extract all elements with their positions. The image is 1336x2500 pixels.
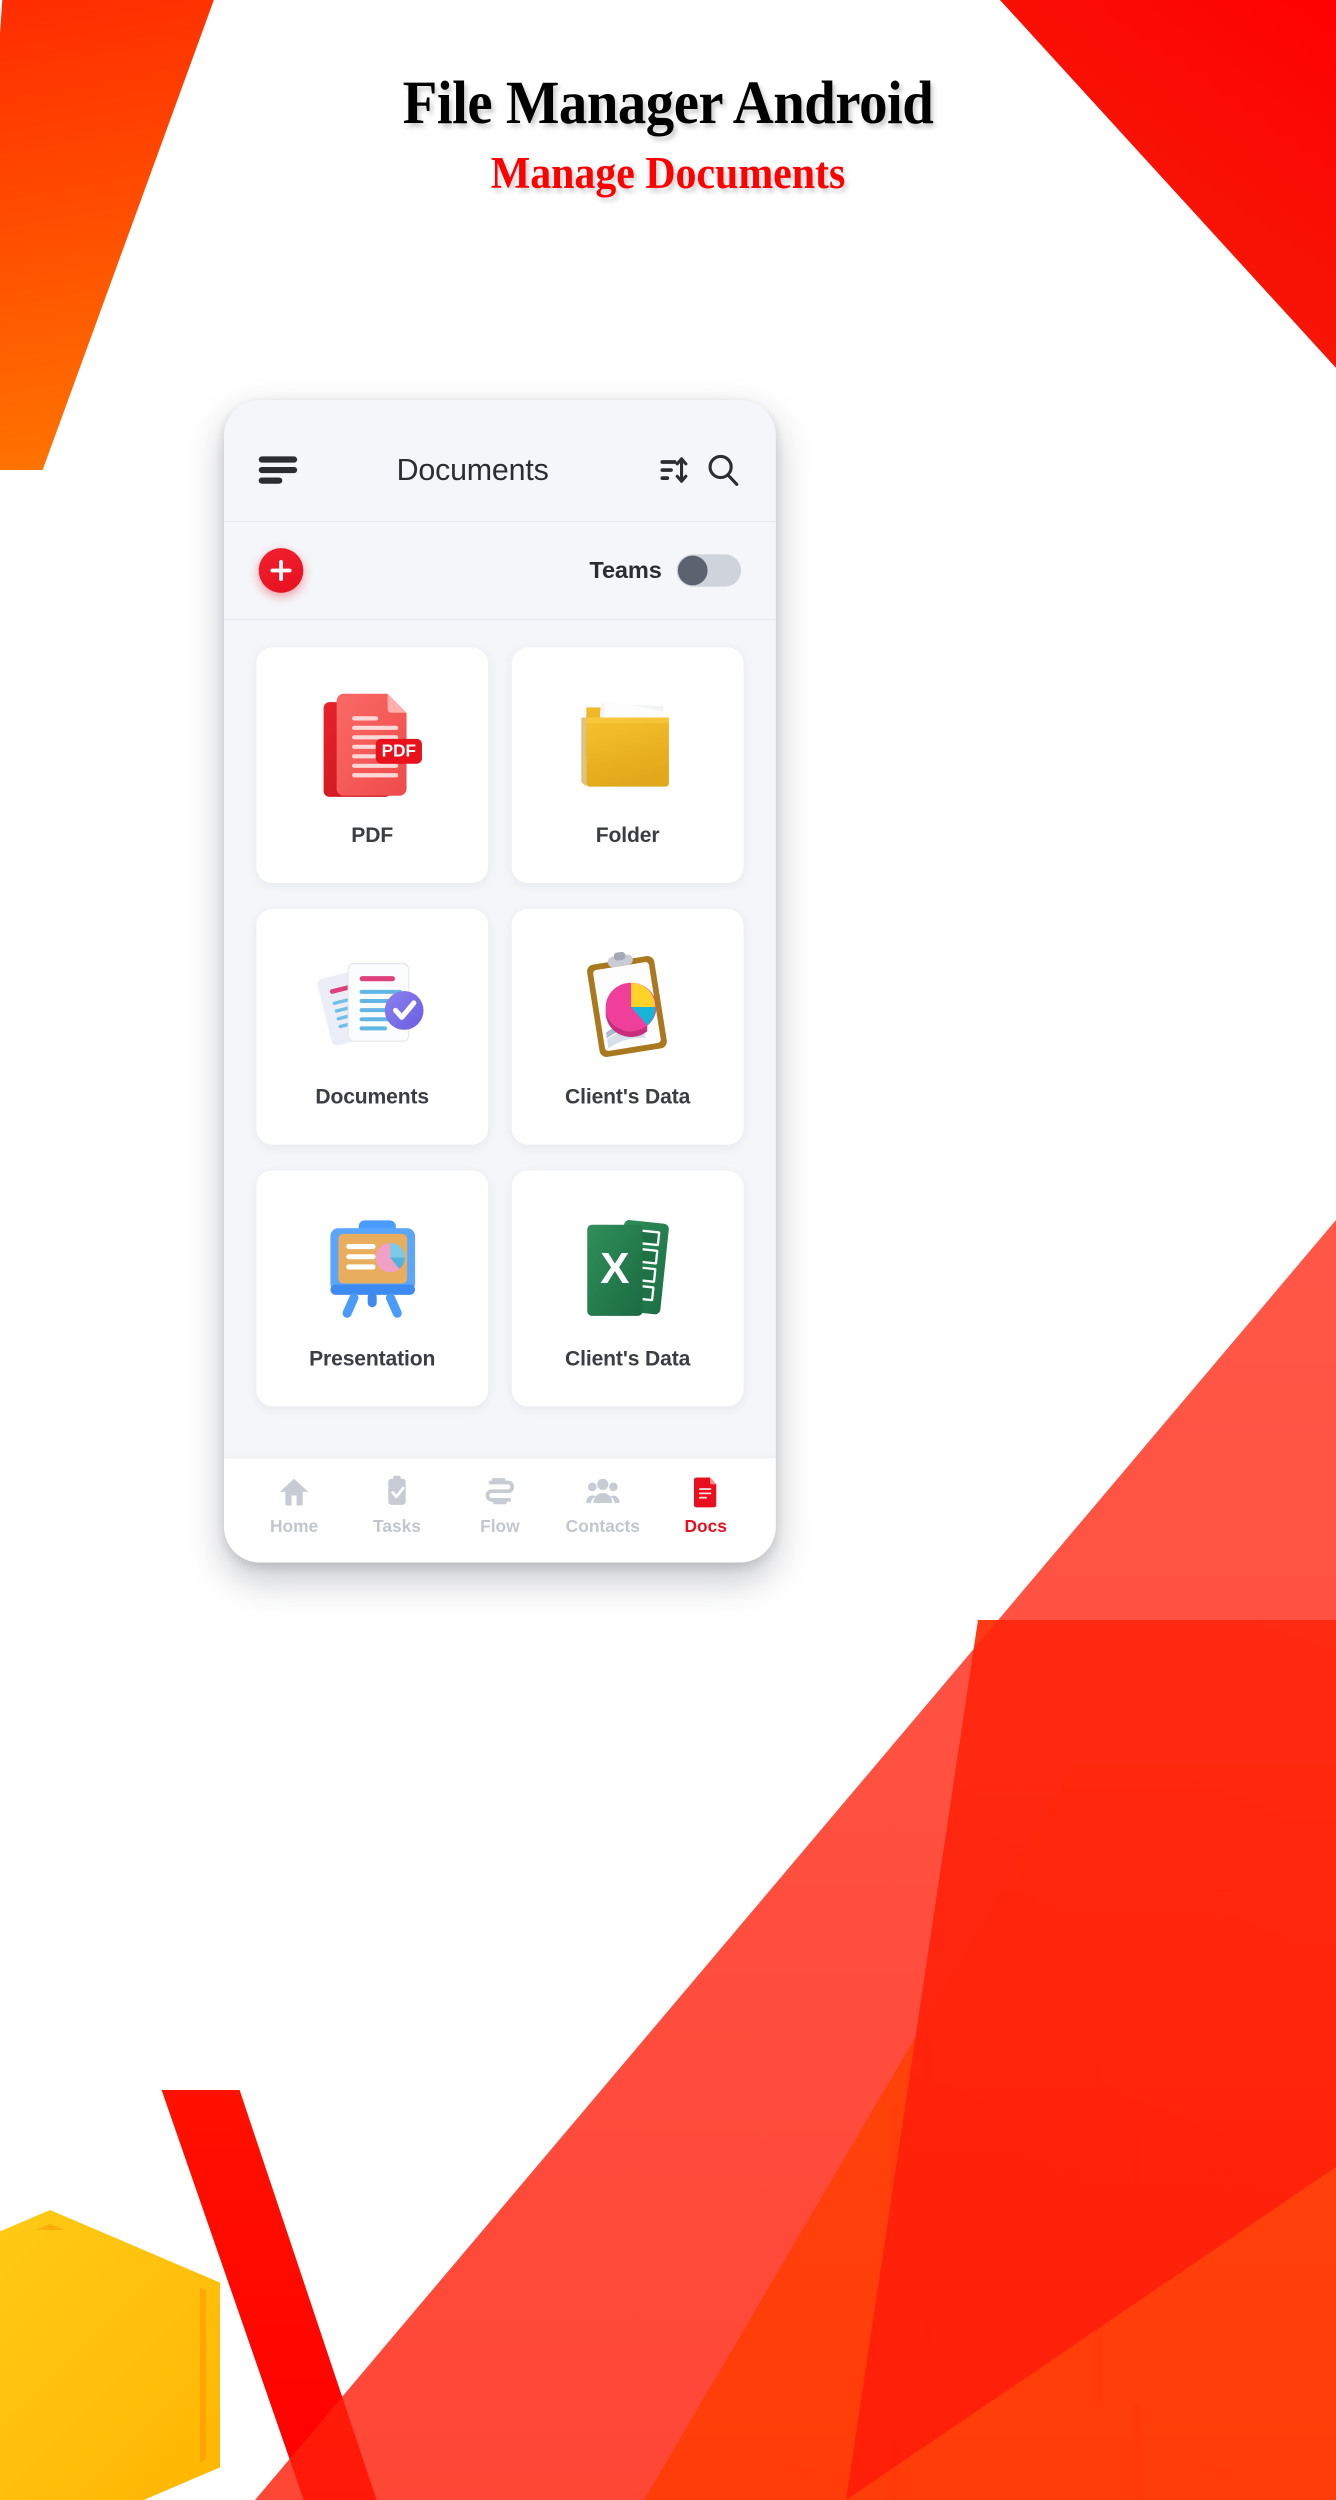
tasks-icon: [380, 1474, 413, 1507]
grid-card-pdf[interactable]: PDF PDF: [256, 647, 489, 883]
decor-top-right-triangle: [995, 0, 1336, 374]
nav-item-tasks[interactable]: Tasks: [346, 1474, 449, 1536]
svg-text:PDF: PDF: [382, 740, 416, 760]
contacts-icon: [586, 1474, 620, 1507]
nav-label: Home: [269, 1516, 319, 1536]
card-label: Folder: [595, 823, 660, 847]
promo-heading-group: File Manager Android Manage Documents: [0, 70, 1336, 199]
card-label: Client's Data: [565, 1084, 691, 1109]
presentation-icon: [316, 1206, 429, 1330]
pdf-file-icon: PDF: [319, 683, 426, 807]
search-icon[interactable]: [705, 452, 741, 488]
bottom-navigation: Home Tasks Flow Contacts Docs: [224, 1458, 776, 1563]
card-label: PDF: [351, 823, 394, 847]
toggle-knob: [677, 555, 708, 586]
nav-label: Docs: [684, 1516, 727, 1536]
flow-icon: [483, 1474, 516, 1507]
decor-bottom-left-hexagon: [0, 2210, 220, 2500]
file-type-grid: PDF PDF Folder Documents Client's Data P…: [224, 620, 776, 1459]
sort-icon[interactable]: [659, 454, 691, 486]
toolbar: Teams: [224, 520, 776, 621]
grid-card-documents[interactable]: Documents: [256, 909, 489, 1145]
card-label: Documents: [315, 1084, 430, 1109]
card-label: Client's Data: [565, 1346, 691, 1370]
home-icon: [277, 1474, 310, 1507]
clipboard-chart-icon: [576, 945, 680, 1069]
nav-label: Contacts: [565, 1516, 640, 1536]
nav-label: Flow: [480, 1516, 520, 1536]
svg-text:X: X: [600, 1244, 629, 1293]
grid-card-presentation[interactable]: Presentation: [256, 1170, 489, 1407]
add-button[interactable]: [258, 548, 304, 593]
promo-subtitle: Manage Documents: [490, 148, 846, 199]
grid-card-folder[interactable]: Folder: [511, 647, 744, 883]
nav-item-contacts[interactable]: Contacts: [551, 1474, 654, 1536]
nav-item-home[interactable]: Home: [243, 1474, 346, 1536]
teams-toggle[interactable]: [676, 554, 742, 587]
phone-mockup: Documents Teams PDF PDF Folder Documents…: [224, 400, 776, 1563]
app-bar: Documents: [224, 400, 776, 521]
promo-title: File Manager Android: [402, 70, 934, 137]
documents-check-icon: [315, 945, 429, 1069]
page-title: Documents: [396, 453, 549, 487]
excel-file-icon: X: [576, 1206, 680, 1330]
card-label: Presentation: [309, 1346, 436, 1370]
phone-screen: Documents Teams PDF PDF Folder Documents…: [224, 400, 776, 1563]
grid-card-clients-data-clipboard[interactable]: Client's Data: [511, 909, 744, 1145]
docs-icon: [689, 1474, 722, 1508]
nav-item-flow[interactable]: Flow: [448, 1474, 551, 1536]
teams-label: Teams: [589, 557, 662, 584]
app-bar-actions: [659, 452, 741, 488]
folder-icon: [572, 683, 684, 807]
nav-item-docs[interactable]: Docs: [654, 1474, 757, 1536]
teams-toggle-group: Teams: [589, 554, 742, 587]
grid-card-clients-data-excel[interactable]: X Client's Data: [511, 1170, 744, 1407]
nav-label: Tasks: [373, 1516, 421, 1536]
